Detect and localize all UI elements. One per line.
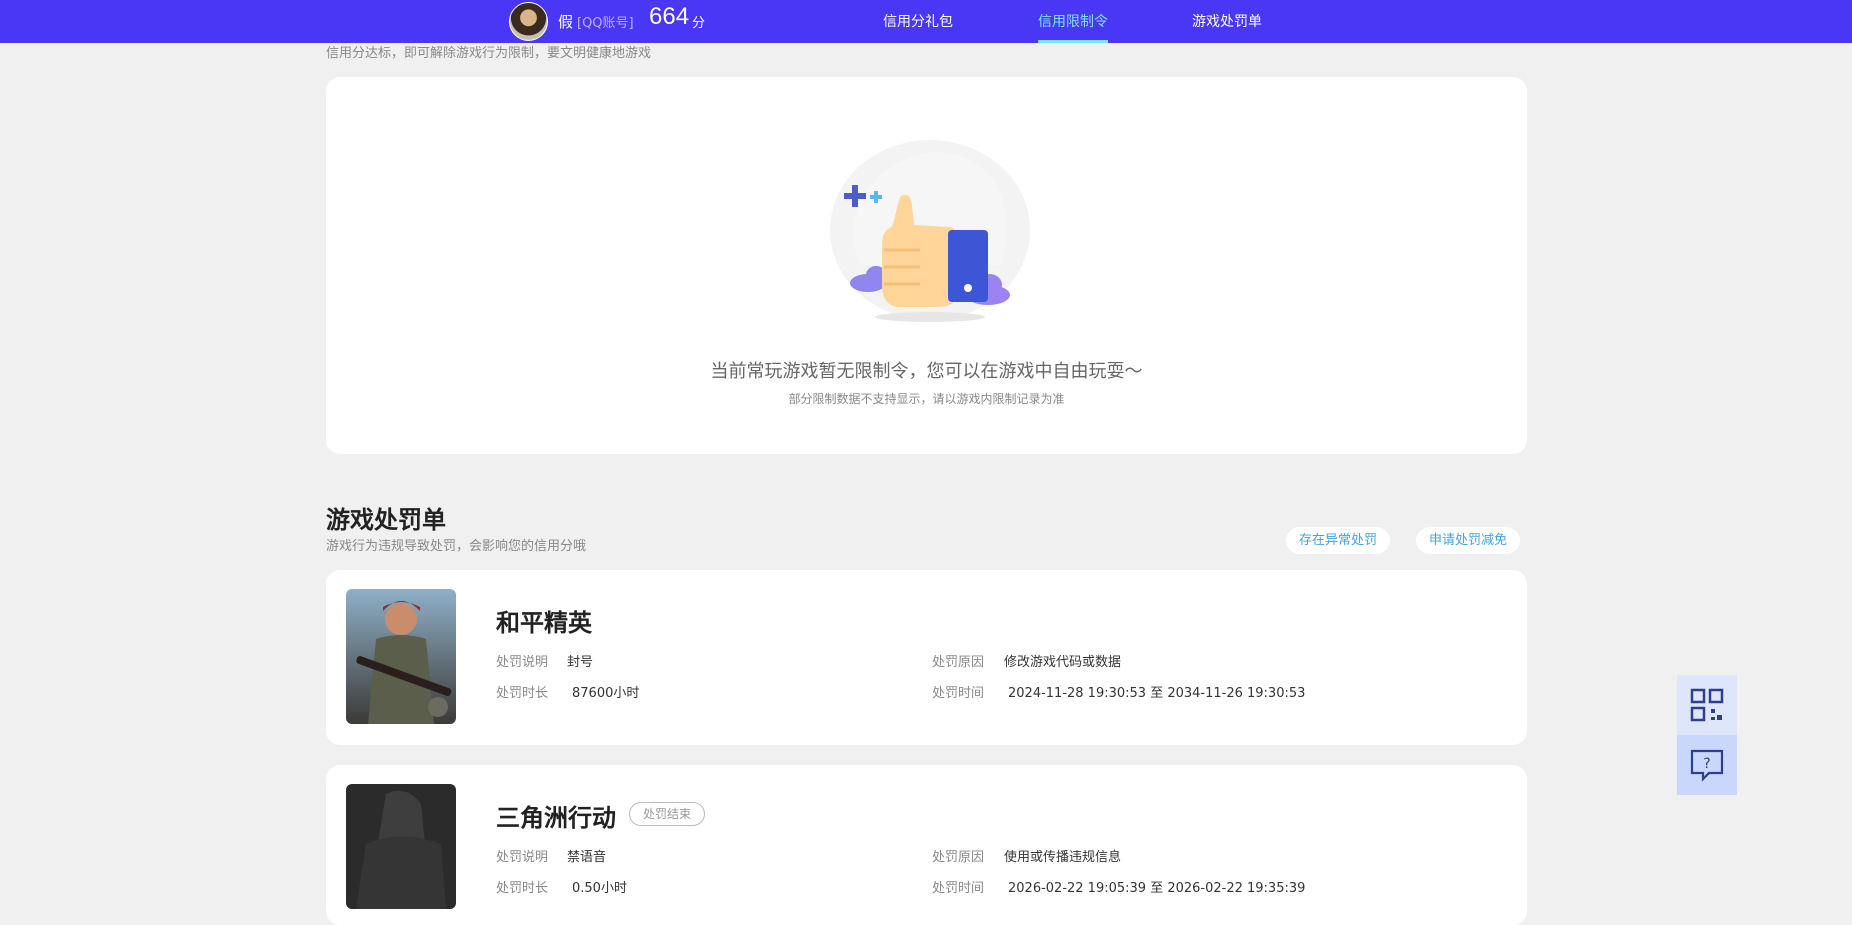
- help-chat-icon: ?: [1690, 749, 1724, 782]
- penalty-desc-label: 处罚说明: [496, 850, 549, 865]
- game-name: 三角洲行动: [496, 804, 616, 832]
- penalty-reason-label: 处罚原因: [932, 655, 985, 670]
- penalty-duration-label: 处罚时长: [496, 881, 549, 896]
- tab-credit-gift[interactable]: 信用分礼包: [883, 11, 953, 31]
- penalty-time-value: 2026-02-22 19:05:39 至 2026-02-22 19:35:3…: [1008, 881, 1306, 896]
- penalty-duration-label: 处罚时长: [496, 686, 549, 701]
- penalty-desc-value: 禁语音: [567, 850, 607, 865]
- account-type: [QQ账号]: [577, 16, 634, 31]
- penalty-duration-value: 0.50小时: [572, 881, 627, 896]
- apply-penalty-reduction-button[interactable]: 申请处罚减免: [1416, 527, 1521, 554]
- section-title: 游戏处罚单: [326, 506, 446, 534]
- svg-text:?: ?: [1703, 756, 1710, 772]
- thumbs-up-illustration-icon: [830, 140, 1030, 322]
- game-cover-image: [346, 589, 456, 724]
- penalty-duration-value: 87600小时: [572, 686, 640, 701]
- tab-game-penalty[interactable]: 游戏处罚单: [1192, 11, 1262, 31]
- status-badge: 处罚结束: [629, 802, 706, 826]
- qr-code-icon: [1690, 688, 1724, 722]
- penalty-reason-label: 处罚原因: [932, 850, 985, 865]
- empty-state-note: 部分限制数据不支持显示，请以游戏内限制记录为准: [788, 392, 1065, 406]
- help-button[interactable]: ?: [1677, 735, 1737, 795]
- active-tab-indicator: [1038, 40, 1108, 43]
- avatar[interactable]: [509, 2, 548, 41]
- credit-score: 664: [649, 3, 690, 30]
- penalty-time-label: 处罚时间: [932, 686, 985, 701]
- game-name: 和平精英: [496, 609, 592, 637]
- penalty-time-label: 处罚时间: [932, 881, 985, 896]
- tab-credit-restriction[interactable]: 信用限制令: [1038, 11, 1108, 31]
- credit-score-unit: 分: [692, 16, 706, 31]
- penalty-reason-value: 修改游戏代码或数据: [1004, 655, 1122, 670]
- abnormal-penalty-button[interactable]: 存在异常处罚: [1286, 527, 1391, 554]
- penalty-time-value: 2024-11-28 19:30:53 至 2034-11-26 19:30:5…: [1008, 686, 1306, 701]
- penalty-reason-value: 使用或传播违规信息: [1004, 850, 1122, 865]
- qr-code-button[interactable]: [1677, 675, 1737, 735]
- empty-state-title: 当前常玩游戏暂无限制令，您可以在游戏中自由玩耍～: [710, 361, 1143, 382]
- penalty-card: [326, 765, 1527, 925]
- user-name: 假: [558, 13, 574, 31]
- penalty-desc-label: 处罚说明: [496, 655, 549, 670]
- game-cover-image: [346, 784, 456, 909]
- section-description: 游戏行为违规导致处罚，会影响您的信用分哦: [326, 539, 587, 554]
- restriction-subtitle: 信用分达标，即可解除游戏行为限制，要文明健康地游戏: [326, 46, 652, 61]
- penalty-desc-value: 封号: [567, 655, 594, 670]
- top-nav-bar: 假 [QQ账号] 664 分 信用分礼包 信用限制令 游戏处罚单: [0, 0, 1852, 43]
